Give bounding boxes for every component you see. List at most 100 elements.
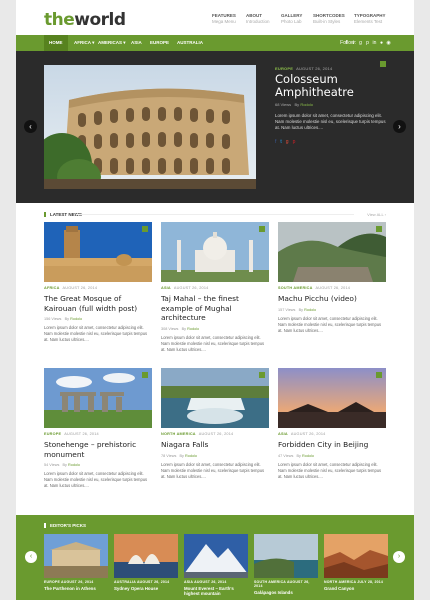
pick-item[interactable]: NORTH AMERICA JULY 28, 2014 Grand Canyon xyxy=(324,534,388,591)
post-card: ASIA AUGUST 26, 2014 Forbidden City in Be… xyxy=(278,368,386,480)
post-card: NORTH AMERICA AUGUST 26, 2014 Niagara Fal… xyxy=(161,368,269,480)
by-label: By xyxy=(181,326,187,331)
topnav-subtitle: Built-in Styles xyxy=(313,19,341,24)
topnav-gallery[interactable]: GALLERY Photo Lab xyxy=(281,13,302,25)
post-date: AUGUST 26, 2014 xyxy=(315,286,351,290)
pick-title[interactable]: Mount Everest – Earth's highest mountain xyxy=(184,586,248,596)
featured-title[interactable]: Colosseum Amphitheatre xyxy=(275,73,385,99)
post-format-icon xyxy=(259,226,265,232)
post-date: AUGUST 26, 2014 xyxy=(64,432,99,436)
pick-thumbnail[interactable] xyxy=(254,534,318,578)
by-label: By xyxy=(296,453,301,458)
post-thumbnail[interactable] xyxy=(278,368,386,428)
share-icons: f t g p xyxy=(275,139,295,145)
post-category[interactable]: AFRICA xyxy=(44,286,60,290)
dribbble-icon[interactable]: ● xyxy=(379,40,384,46)
menu-africa[interactable]: AFRICA ▾ xyxy=(74,40,94,46)
picks-prev-button[interactable]: ‹ xyxy=(25,551,37,563)
post-title[interactable]: Machu Picchu (video) xyxy=(278,294,386,304)
author-link[interactable]: Rodolo xyxy=(300,102,313,107)
post-category[interactable]: ASIA xyxy=(278,432,288,436)
slider-next-button[interactable]: › xyxy=(393,120,406,133)
by-label: By xyxy=(62,463,67,467)
facebook-icon[interactable]: f xyxy=(275,139,276,145)
linkedin-icon[interactable]: in xyxy=(372,40,377,46)
post-title[interactable]: Forbidden City in Beijing xyxy=(278,440,386,450)
author-link[interactable]: Rodolo xyxy=(70,317,82,321)
post-thumbnail[interactable] xyxy=(278,222,386,282)
post-card: EUROPE AUGUST 26, 2014 Stonehenge – prehi… xyxy=(44,368,152,489)
pick-meta: NORTH AMERICA JULY 28, 2014 xyxy=(324,580,388,584)
menu-europe[interactable]: EUROPE xyxy=(150,40,169,45)
post-category[interactable]: EUROPE xyxy=(44,432,61,436)
page: theworld FEATURES Mega Menu ABOUT Introd… xyxy=(16,0,414,600)
twitter-icon[interactable]: t xyxy=(351,40,356,46)
google-plus-icon[interactable]: g xyxy=(286,139,289,145)
pick-thumbnail[interactable] xyxy=(44,534,108,578)
featured-image[interactable] xyxy=(44,65,256,189)
pinterest-icon[interactable]: p xyxy=(365,40,370,46)
post-category[interactable]: NORTH AMERICA xyxy=(161,432,196,436)
topnav-features[interactable]: FEATURES Mega Menu xyxy=(212,13,236,25)
post-date: AUGUST 26, 2014 xyxy=(290,432,326,436)
post-thumbnail[interactable] xyxy=(44,222,152,282)
featured-views: 68 Views By Rodolo xyxy=(275,102,313,107)
menu-australia[interactable]: AUSTRALIA xyxy=(177,40,203,45)
post-thumbnail[interactable] xyxy=(161,222,269,282)
google-plus-icon[interactable]: g xyxy=(358,40,363,46)
post-thumbnail[interactable] xyxy=(161,368,269,428)
pick-item[interactable]: AUSTRALIA AUGUST 26, 2014 Sydney Opera H… xyxy=(114,534,178,591)
rss-icon[interactable]: ◉ xyxy=(386,40,391,46)
post-title[interactable]: The Great Mosque of Kairouan (full width… xyxy=(44,294,152,313)
author-link[interactable]: Rodolo xyxy=(68,463,80,467)
pick-item[interactable]: EUROPE AUGUST 26, 2014 The Parthenon in … xyxy=(44,534,108,591)
author-link[interactable]: Rodolo xyxy=(304,308,316,312)
by-label: By xyxy=(298,307,304,312)
post-thumbnail[interactable] xyxy=(44,368,152,428)
featured-category[interactable]: EUROPE xyxy=(275,66,293,71)
pick-thumbnail[interactable] xyxy=(114,534,178,578)
pick-title[interactable]: Grand Canyon xyxy=(324,586,388,591)
post-card: SOUTH AMERICA AUGUST 26, 2014 Machu Picch… xyxy=(278,222,386,334)
pick-item[interactable]: SOUTH AMERICA AUGUST 26, 2014 Galápagos … xyxy=(254,534,318,595)
post-category[interactable]: SOUTH AMERICA xyxy=(278,286,313,290)
post-title[interactable]: Taj Mahal – the finest example of Mughal… xyxy=(161,294,269,323)
facebook-icon[interactable]: f xyxy=(344,40,349,46)
post-format-icon xyxy=(376,372,382,378)
pick-item[interactable]: ASIA AUGUST 26, 2014 Mount Everest – Ear… xyxy=(184,534,248,596)
post-title[interactable]: Stonehenge – prehistoric monument xyxy=(44,440,152,459)
view-all-link[interactable]: View ALL › xyxy=(367,212,386,217)
author-link[interactable]: Rodolo xyxy=(302,454,314,458)
pick-title[interactable]: The Parthenon in Athens xyxy=(44,586,108,591)
menu-americas[interactable]: AMERICAS ▾ xyxy=(98,40,126,46)
slider-prev-button[interactable]: ‹ xyxy=(24,120,37,133)
views-count: 308 Views xyxy=(161,326,179,331)
views-count: 54 Views xyxy=(44,463,60,467)
editors-picks-heading: EDITOR'S PICKS xyxy=(44,523,86,528)
post-excerpt: Lorem ipsum dolor sit amet, consectetur … xyxy=(161,334,265,352)
menu-asia[interactable]: ASIA xyxy=(131,40,142,45)
pinterest-icon[interactable]: p xyxy=(293,139,296,145)
pick-category: NORTH AMERICA xyxy=(324,580,357,584)
twitter-icon[interactable]: t xyxy=(280,139,281,145)
topnav-shortcodes[interactable]: SHORTCODES Built-in Styles xyxy=(313,13,345,25)
site-header: theworld FEATURES Mega Menu ABOUT Introd… xyxy=(16,0,414,35)
pick-thumbnail[interactable] xyxy=(184,534,248,578)
picks-next-button[interactable]: › xyxy=(393,551,405,563)
by-label: By xyxy=(64,317,70,321)
post-title[interactable]: Niagara Falls xyxy=(161,440,269,450)
pick-title[interactable]: Galápagos Islands xyxy=(254,590,318,595)
topnav-typography[interactable]: TYPOGRAPHY Elements Test xyxy=(354,13,386,25)
post-category[interactable]: ASIA xyxy=(161,286,171,290)
pick-category: AUSTRALIA xyxy=(114,580,136,584)
site-logo[interactable]: theworld xyxy=(44,10,126,30)
pick-meta: AUSTRALIA AUGUST 26, 2014 xyxy=(114,580,178,584)
post-excerpt: Lorem ipsum dolor sit amet, consectetur … xyxy=(278,315,382,333)
menu-home[interactable]: HOME xyxy=(44,35,68,51)
pick-title[interactable]: Sydney Opera House xyxy=(114,586,178,591)
topnav-subtitle: Mega Menu xyxy=(212,19,236,24)
author-link[interactable]: Rodolo xyxy=(187,327,199,331)
topnav-about[interactable]: ABOUT Introduction xyxy=(246,13,270,25)
pick-thumbnail[interactable] xyxy=(324,534,388,578)
author-link[interactable]: Rodolo xyxy=(185,454,197,458)
